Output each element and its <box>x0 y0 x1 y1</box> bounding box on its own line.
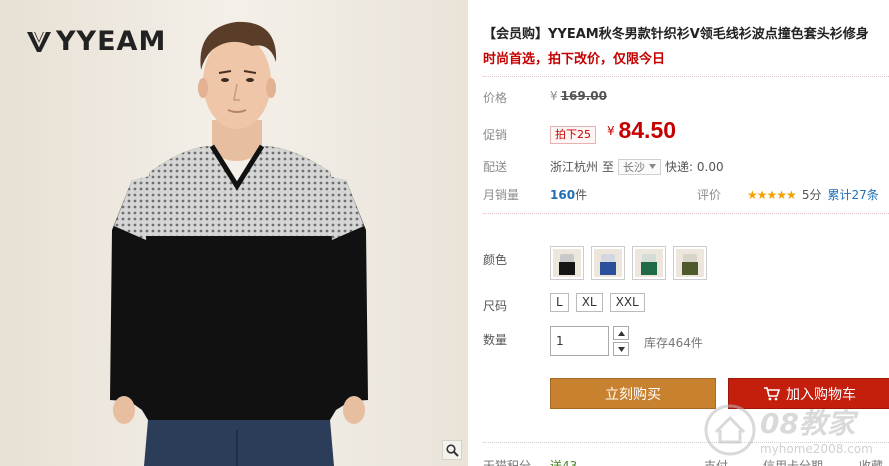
product-info: 【会员购】YYEAM秋冬男款针织衫V领毛线衫波点撞色套头衫修身 时尚首选，拍下改… <box>483 0 889 466</box>
quantity-input[interactable] <box>550 326 609 356</box>
discount-tag: 拍下25 <box>550 126 596 144</box>
points-label: 天猫积分 <box>483 459 532 466</box>
size-options: L XL XXL <box>550 293 645 312</box>
chevron-up-icon <box>617 330 625 336</box>
quantity-decrease-button[interactable] <box>613 342 629 356</box>
credit-label[interactable]: 信用卡分期 <box>763 457 823 466</box>
color-swatch-olive[interactable] <box>673 246 707 280</box>
size-option[interactable]: XL <box>575 293 603 312</box>
rating-block: 评价 ★★★★★ 5分 累计27条 <box>697 186 879 203</box>
quantity-increase-button[interactable] <box>613 326 629 340</box>
color-swatch-black[interactable] <box>550 246 584 280</box>
points-value: 送43 <box>550 459 578 466</box>
quantity-label: 数量 <box>483 333 508 347</box>
color-swatch-green[interactable] <box>632 246 666 280</box>
price-panel: 价格 ¥169.00 促销 拍下25 ¥ 84.50 配送 浙江杭州 至 长沙 … <box>483 76 889 214</box>
color-swatch-blue[interactable] <box>591 246 625 280</box>
current-currency: ¥ <box>607 124 615 138</box>
sales-label: 月销量 <box>483 188 520 202</box>
current-price: ¥ 84.50 <box>607 117 676 144</box>
color-swatches <box>550 246 707 280</box>
add-to-cart-button[interactable]: 加入购物车 <box>728 378 889 409</box>
product-image[interactable]: YYEAM <box>0 0 468 466</box>
zoom-button[interactable] <box>442 440 462 460</box>
chevron-down-icon <box>649 164 657 169</box>
magnifier-icon <box>445 443 459 457</box>
shipping-to-word: 至 <box>602 160 615 174</box>
size-label: 尺码 <box>483 299 508 313</box>
rating-label: 评价 <box>697 188 722 202</box>
total-reviews-link[interactable]: 累计27条 <box>827 186 878 203</box>
size-option[interactable]: L <box>550 293 569 312</box>
color-label: 颜色 <box>483 253 508 267</box>
buy-now-button[interactable]: 立刻购买 <box>550 378 716 409</box>
sales-unit: 件 <box>575 188 588 202</box>
pay-label: 支付 <box>704 459 729 466</box>
original-currency: ¥ <box>550 89 558 103</box>
model-illustration <box>110 21 368 466</box>
rating-score: 5分 <box>801 188 822 202</box>
monthly-sales: 160件 <box>550 186 587 203</box>
service-bar: 天猫积分 送43 支付 信用卡分期 收藏 <box>483 442 889 466</box>
promo-text: 时尚首选，拍下改价，仅限今日 <box>483 52 666 67</box>
current-price-value: 84.50 <box>618 117 677 143</box>
product-title[interactable]: 【会员购】YYEAM秋冬男款针织衫V领毛线衫波点撞色套头衫修身 <box>483 23 889 42</box>
bonus-label[interactable]: 收藏 <box>859 457 883 466</box>
original-price: ¥169.00 <box>550 89 607 103</box>
add-to-cart-label: 加入购物车 <box>786 386 856 403</box>
sales-count: 160 <box>550 188 576 202</box>
shipping-label: 配送 <box>483 160 508 174</box>
buy-now-label: 立刻购买 <box>605 386 661 403</box>
shopping-cart-icon <box>764 386 780 400</box>
size-option[interactable]: XXL <box>609 293 645 312</box>
shipping-fee: 快递: 0.00 <box>665 160 724 174</box>
destination-select[interactable]: 长沙 <box>618 158 662 175</box>
promo-label: 促销 <box>483 128 508 142</box>
price-label: 价格 <box>483 91 508 105</box>
destination-value: 长沙 <box>623 160 646 174</box>
shipping-from: 浙江杭州 <box>550 160 599 174</box>
stock-count: 库存464件 <box>644 336 703 350</box>
product-page: YYEAM 【会员购】YYEAM秋冬男款针织衫V领毛线衫波点撞色套头衫修身 时尚… <box>0 0 889 466</box>
chevron-down-icon <box>617 346 625 352</box>
shipping-info: 浙江杭州 至 长沙 快递: 0.00 <box>550 158 724 175</box>
original-price-value: 169.00 <box>560 89 607 103</box>
rating-stars-icon: ★★★★★ <box>747 187 797 202</box>
